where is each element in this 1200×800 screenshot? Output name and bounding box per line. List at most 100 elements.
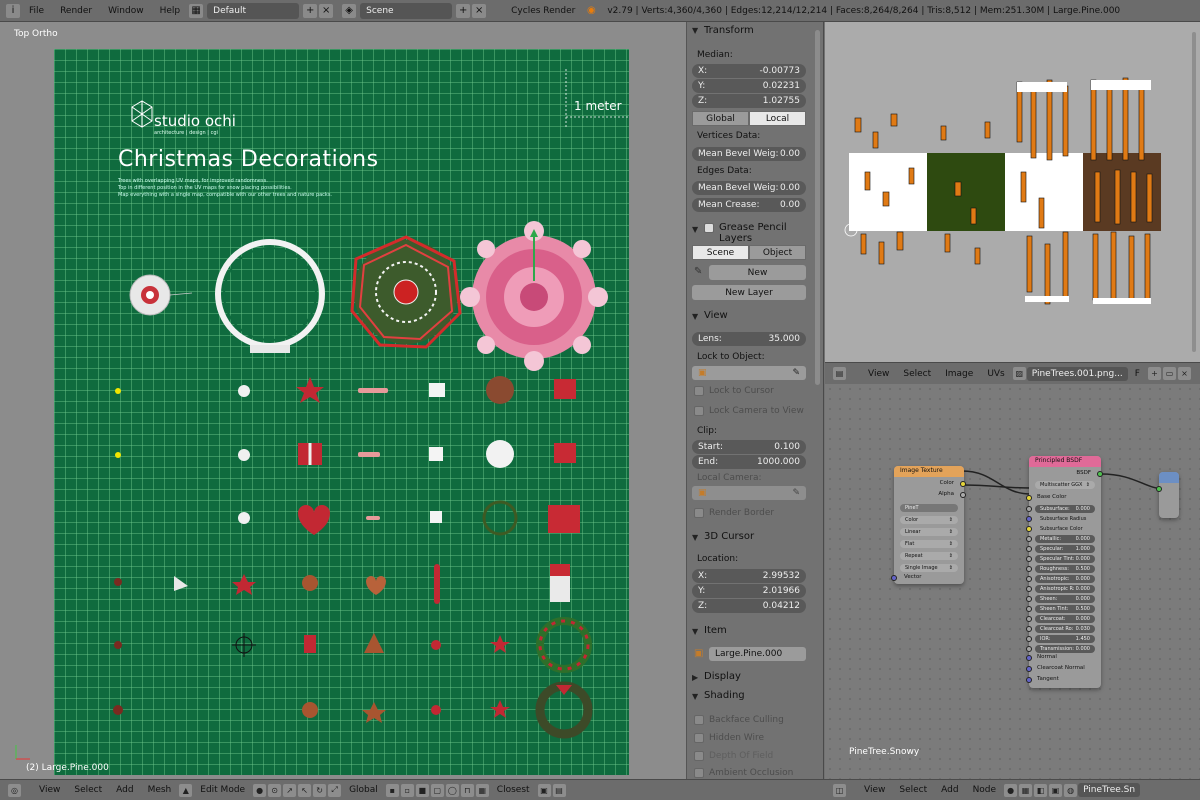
uv-menu-uvs[interactable]: UVs [980,369,1011,379]
3d-viewport[interactable]: Top Ortho 1 meter studio ochi architectu… [0,22,686,779]
unlink-image-icon[interactable]: × [1177,367,1191,380]
render-engine-selector[interactable]: Cycles Render [503,6,583,16]
render-icon[interactable]: ▣ [537,783,551,797]
extension-select[interactable]: Repeat ⇕ [900,552,958,560]
grease-new-button[interactable]: New [709,265,806,280]
surface-input-socket[interactable] [1156,486,1162,492]
transform-header[interactable]: Transform [704,25,754,36]
new-image-icon[interactable]: + [1147,367,1161,380]
display-expand-icon[interactable]: ▶ [692,673,698,682]
vertex-select-icon[interactable]: ▪ [385,783,399,797]
eyedropper-icon[interactable]: ✎ [792,368,800,378]
tangent-socket[interactable] [1026,677,1032,683]
bsdf-field[interactable]: Sheen: 0.000 [1026,595,1095,603]
grease-collapse-icon[interactable]: ▼ [692,225,698,234]
lens-field[interactable]: Lens: 35.000 [692,332,806,346]
bsdf-field[interactable]: IOR: 1.450 [1026,635,1095,643]
item-name-field[interactable]: Large.Pine.000 [709,647,806,661]
node-menu-select[interactable]: Select [892,785,934,795]
scene-selector[interactable]: Scene [360,2,453,19]
bsdf-field[interactable]: Subsurface: 0.000 [1026,505,1095,513]
bsdf-field-socket[interactable] [1026,626,1032,632]
pivot-point-icon[interactable]: ⊙ [268,783,282,797]
global-button[interactable]: Global [692,111,749,126]
menu-file[interactable]: File [21,6,52,16]
lock-camera-checkbox[interactable] [694,406,704,416]
bsdf-field-socket[interactable] [1026,596,1032,602]
principled-bsdf-node-header[interactable]: Principled BSDF [1029,456,1101,467]
vp-menu-mesh[interactable]: Mesh [141,785,179,795]
remove-layout-icon[interactable]: × [319,3,334,18]
rotate-icon[interactable]: ↻ [313,783,327,797]
texture-nodes-icon[interactable]: ▦ [1019,783,1033,797]
object-shader-icon[interactable]: ▣ [1049,783,1063,797]
edge-select-icon[interactable]: ▫ [400,783,414,797]
image-browse-icon[interactable]: ▨ [1012,367,1026,380]
material-output-node-header[interactable] [1159,472,1179,483]
vector-input-socket[interactable] [891,575,897,581]
item-header[interactable]: Item [704,625,727,636]
material-output-node[interactable] [1156,472,1179,518]
snap-target-selector[interactable]: Closest [490,785,537,795]
add-layout-icon[interactable]: + [303,3,318,18]
decorations-board[interactable]: 1 meter studio ochi architecture | desig… [54,49,629,775]
image-editor-type-icon[interactable]: ▤ [833,367,846,380]
bsdf-field-socket[interactable] [1026,516,1032,522]
node-editor[interactable]: Image Texture Color Alpha PineT Color ⇕ L… [825,384,1200,780]
bsdf-field-socket[interactable] [1026,506,1032,512]
bsdf-field[interactable]: Sheen Tint: 0.500 [1026,605,1095,613]
view-collapse-icon[interactable]: ▼ [692,312,698,321]
shader-nodes-icon[interactable]: ● [1004,783,1018,797]
remove-scene-icon[interactable]: × [472,3,487,18]
normal-socket[interactable] [1026,655,1032,661]
shading-header[interactable]: Shading [704,690,745,701]
backface-culling-checkbox[interactable] [694,715,704,725]
add-scene-icon[interactable]: + [456,3,471,18]
image-texture-node[interactable]: Image Texture Color Alpha PineT Color ⇕ L… [891,466,966,584]
render-border-checkbox[interactable] [694,508,704,518]
uv-menu-select[interactable]: Select [896,369,938,379]
bsdf-field-socket[interactable] [1026,606,1032,612]
menu-help[interactable]: Help [152,6,189,16]
bsdf-field-socket[interactable] [1026,526,1032,532]
node-menu-add[interactable]: Add [934,785,965,795]
bsdf-output-socket[interactable] [1097,471,1103,477]
bsdf-field-socket[interactable] [1026,616,1032,622]
viewport-shading-icon[interactable]: ● [253,783,267,797]
bsdf-field-socket[interactable] [1026,576,1032,582]
cursor-z-field[interactable]: Z: 0.04212 [692,599,806,613]
camera-eyedropper-icon[interactable]: ✎ [792,488,800,498]
properties-scrollbar[interactable] [812,22,824,779]
render-animation-icon[interactable]: ▤ [552,783,566,797]
bsdf-field[interactable]: Specular Tint: 0.000 [1026,555,1095,563]
image-selector[interactable]: PineT [900,504,958,512]
node-editor-type-icon[interactable]: ◫ [833,783,846,797]
median-x-field[interactable]: X: -0.00773 [692,64,806,78]
display-header[interactable]: Display [704,671,741,682]
mean-bevel-vertex-field[interactable]: Mean Bevel Weig: 0.00 [692,147,806,161]
color-output-socket[interactable] [960,481,966,487]
bsdf-field-socket[interactable] [1026,646,1032,652]
median-z-field[interactable]: Z: 1.02755 [692,94,806,108]
local-camera-field[interactable]: ▣ ✎ [692,486,806,500]
bsdf-field[interactable]: Metallic: 0.000 [1026,535,1095,543]
compositing-nodes-icon[interactable]: ◧ [1034,783,1048,797]
properties-scroll-thumb[interactable] [815,30,820,385]
grease-scene-button[interactable]: Scene [692,245,749,260]
ambient-occlusion-checkbox[interactable] [694,768,704,778]
uv-menu-image[interactable]: Image [938,369,980,379]
bsdf-field[interactable]: Subsurface Radius [1026,515,1095,523]
mode-selector[interactable]: Edit Mode [193,785,252,795]
scale-icon[interactable]: ⤢ [328,783,342,797]
lock-object-field[interactable]: ▣ ✎ [692,366,806,380]
bsdf-field[interactable]: Anisotropic R: 0.000 [1026,585,1095,593]
material-name-field[interactable]: PineTree.Sn [1078,783,1141,797]
transform-collapse-icon[interactable]: ▼ [692,26,698,35]
bsdf-field-socket[interactable] [1026,566,1032,572]
scene-icon[interactable]: ◈ [342,3,357,18]
clip-start-field[interactable]: Start: 0.100 [692,440,806,454]
material-browse-icon[interactable]: ◍ [1064,783,1078,797]
cursor-x-field[interactable]: X: 2.99532 [692,569,806,583]
interpolation-select[interactable]: Linear ⇕ [900,528,958,536]
proportional-edit-icon[interactable]: ◯ [445,783,459,797]
